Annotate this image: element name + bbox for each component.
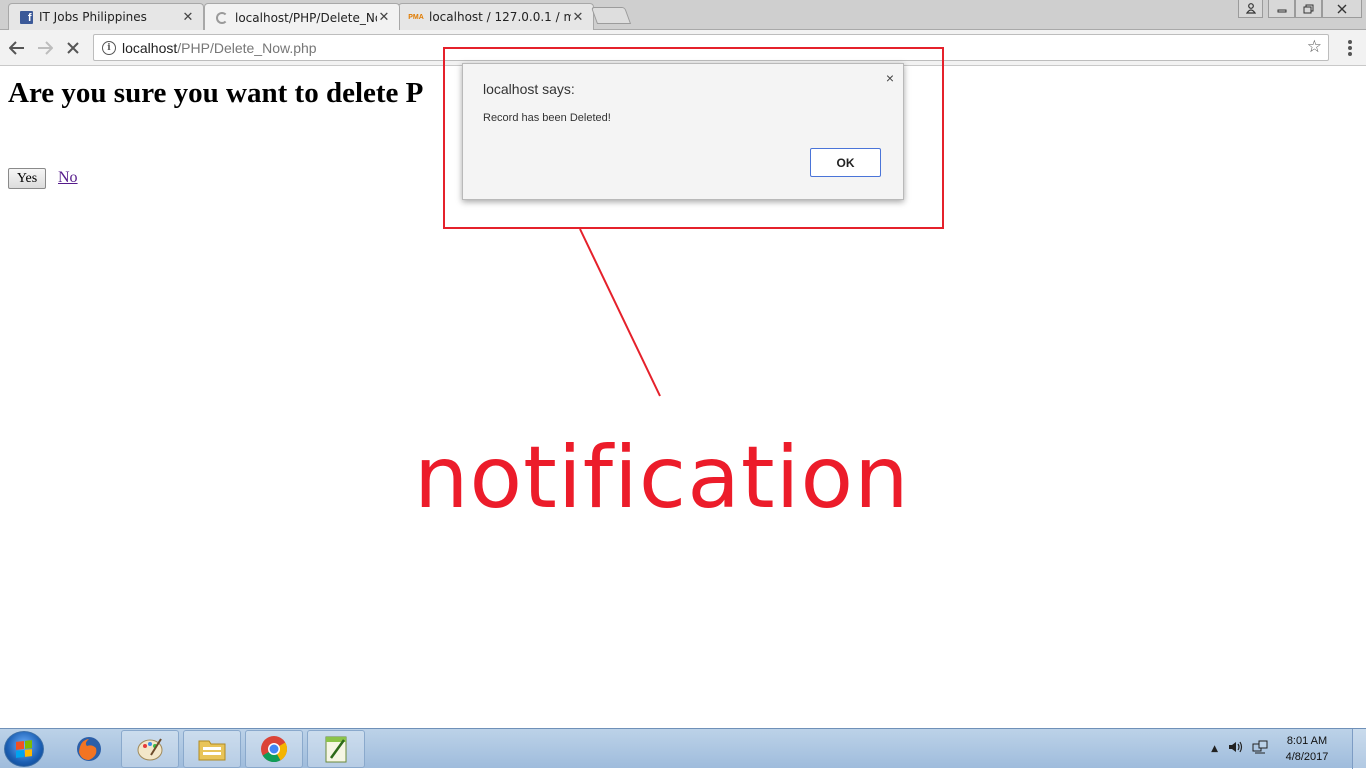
tab-delete-now[interactable]: localhost/PHP/Delete_No ✕ — [204, 3, 400, 31]
url-path: /PHP/Delete_Now.php — [177, 39, 317, 56]
tab-close-icon[interactable]: ✕ — [571, 10, 585, 25]
restore-button[interactable] — [1295, 0, 1322, 18]
notepad-plus-plus-icon[interactable] — [307, 730, 365, 768]
annotation-highlight-box — [443, 47, 944, 229]
annotation-label: notification — [414, 428, 910, 528]
phpmyadmin-icon: PMA — [408, 13, 424, 21]
firefox-icon[interactable] — [60, 730, 118, 768]
no-link[interactable]: No — [58, 169, 78, 187]
forward-arrow-icon[interactable] — [33, 36, 57, 60]
clock-time: 8:01 AM — [1286, 735, 1328, 747]
close-window-button[interactable] — [1322, 0, 1362, 18]
clock-date: 4/8/2017 — [1285, 751, 1329, 763]
chrome-icon[interactable] — [245, 730, 303, 768]
profile-icon[interactable] — [1238, 0, 1263, 18]
page-heading: Are you sure you want to delete P — [8, 77, 424, 109]
network-icon[interactable] — [1252, 740, 1268, 758]
show-hidden-icons-icon[interactable]: ▲ — [1211, 744, 1218, 754]
tab-close-icon[interactable]: ✕ — [181, 10, 195, 25]
bookmark-star-icon[interactable]: ☆ — [1307, 37, 1322, 57]
tab-close-icon[interactable]: ✕ — [377, 10, 391, 25]
tab-title: localhost / 127.0.0.1 / my — [429, 10, 571, 24]
yes-button[interactable]: Yes — [8, 168, 46, 189]
system-clock[interactable]: 8:01 AM 4/8/2017 — [1276, 733, 1338, 765]
stop-loading-icon[interactable] — [61, 36, 85, 60]
url-host: localhost — [122, 39, 178, 56]
loading-spinner-icon — [215, 11, 229, 25]
volume-icon[interactable] — [1228, 740, 1244, 758]
start-button[interactable] — [4, 731, 44, 767]
browser-menu-icon[interactable] — [1344, 38, 1356, 58]
tab-phpmyadmin[interactable]: PMA localhost / 127.0.0.1 / my ✕ — [398, 3, 594, 30]
tab-strip: f IT Jobs Philippines ✕ PMA localhost / … — [0, 0, 1366, 31]
tab-title: IT Jobs Philippines — [39, 10, 147, 24]
tab-it-jobs[interactable]: f IT Jobs Philippines ✕ — [8, 3, 204, 30]
taskbar: ▲ 8:01 AM 4/8/2017 — [0, 728, 1366, 769]
show-desktop-button[interactable] — [1352, 729, 1366, 769]
new-tab-button[interactable] — [590, 7, 632, 24]
tab-title: localhost/PHP/Delete_No — [235, 10, 377, 25]
facebook-icon: f — [19, 10, 33, 24]
windows-logo-icon — [16, 740, 32, 758]
file-explorer-icon[interactable] — [183, 730, 241, 768]
back-arrow-icon[interactable] — [5, 36, 29, 60]
paint-icon[interactable] — [121, 730, 179, 768]
minimize-button[interactable] — [1268, 0, 1295, 18]
site-info-icon[interactable]: i — [102, 40, 116, 55]
system-tray: ▲ 8:01 AM 4/8/2017 — [1211, 729, 1366, 769]
